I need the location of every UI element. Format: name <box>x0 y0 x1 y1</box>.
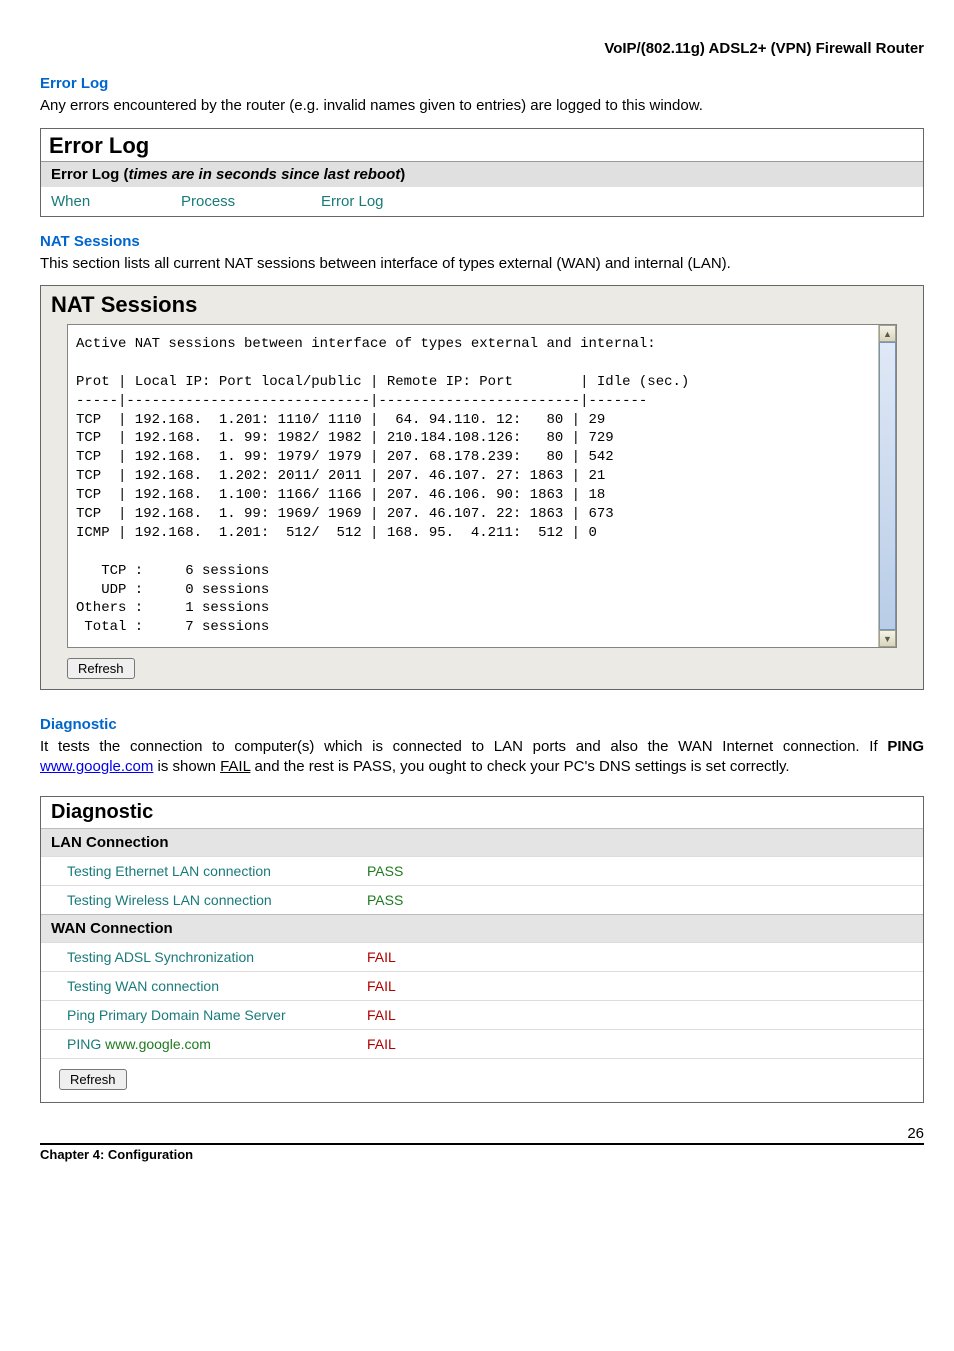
diag-row-ping-google: PING www.google.com FAIL <box>41 1029 923 1058</box>
errorlog-col-when: When <box>51 193 181 210</box>
errorlog-col-log: Error Log <box>321 193 384 210</box>
diag-ping-prefix: PING <box>67 1036 105 1052</box>
errorlog-sub-prefix: Error Log ( <box>51 166 129 183</box>
diag-row-ping-dns: Ping Primary Domain Name Server FAIL <box>41 1000 923 1029</box>
errorlog-panel-title: Error Log <box>41 129 923 161</box>
diag-label: PING www.google.com <box>67 1036 367 1052</box>
errorlog-intro: Any errors encountered by the router (e.… <box>40 96 924 116</box>
scroll-up-icon[interactable]: ▲ <box>879 325 896 342</box>
diag-value: FAIL <box>367 978 396 994</box>
diag-label: Ping Primary Domain Name Server <box>67 1007 367 1023</box>
diag-intro-3: and the rest is PASS, you ought to check… <box>250 758 789 775</box>
errorlog-sub-suffix: ) <box>400 166 405 183</box>
diag-heading: Diagnostic <box>40 716 924 733</box>
diag-wan-header: WAN Connection <box>41 914 923 942</box>
diag-row-lan-wireless: Testing Wireless LAN connection PASS <box>41 885 923 914</box>
scrollbar-track[interactable]: ▲ ▼ <box>878 325 896 647</box>
doc-header-title: VoIP/(802.11g) ADSL2+ (VPN) Firewall Rou… <box>40 40 924 57</box>
nat-textarea-wrap: Active NAT sessions between interface of… <box>67 324 897 648</box>
diag-intro-1: It tests the connection to computer(s) w… <box>40 738 887 755</box>
footer-page-number: 26 <box>907 1125 924 1142</box>
diag-value: FAIL <box>367 1036 396 1052</box>
diag-intro-fail: FAIL <box>220 758 250 775</box>
nat-panel-title: NAT Sessions <box>49 290 915 324</box>
diag-label: Testing Ethernet LAN connection <box>67 863 367 879</box>
diag-row-adsl-sync: Testing ADSL Synchronization FAIL <box>41 942 923 971</box>
diag-panel-title: Diagnostic <box>41 797 923 828</box>
errorlog-col-process: Process <box>181 193 321 210</box>
diag-value: FAIL <box>367 949 396 965</box>
diag-value: PASS <box>367 863 403 879</box>
nat-panel: NAT Sessions Active NAT sessions between… <box>40 285 924 690</box>
page-footer: Chapter 4: Configuration 26 <box>40 1143 924 1164</box>
diag-row-wan-conn: Testing WAN connection FAIL <box>41 971 923 1000</box>
scrollbar-thumb[interactable] <box>879 342 896 630</box>
nat-sessions-text: Active NAT sessions between interface of… <box>68 325 896 647</box>
diag-lan-header: LAN Connection <box>41 828 923 856</box>
errorlog-panel-subtitle: Error Log (times are in seconds since la… <box>41 161 923 187</box>
nat-intro: This section lists all current NAT sessi… <box>40 254 924 274</box>
diag-panel: Diagnostic LAN Connection Testing Ethern… <box>40 796 924 1103</box>
scroll-down-icon[interactable]: ▼ <box>879 630 896 647</box>
diag-label: Testing Wireless LAN connection <box>67 892 367 908</box>
diag-intro-link[interactable]: www.google.com <box>40 758 153 775</box>
diag-intro-2: is shown <box>153 758 220 775</box>
diag-intro-bold: PING <box>887 738 924 755</box>
diag-ping-link[interactable]: www.google.com <box>105 1036 211 1052</box>
nat-refresh-button[interactable]: Refresh <box>67 658 135 679</box>
diag-value: PASS <box>367 892 403 908</box>
diag-refresh-row: Refresh <box>41 1058 923 1102</box>
errorlog-panel: Error Log Error Log (times are in second… <box>40 128 924 217</box>
diag-refresh-button[interactable]: Refresh <box>59 1069 127 1090</box>
errorlog-sub-italic: times are in seconds since last reboot <box>129 166 401 183</box>
diag-value: FAIL <box>367 1007 396 1023</box>
diag-row-lan-ethernet: Testing Ethernet LAN connection PASS <box>41 856 923 885</box>
nat-heading: NAT Sessions <box>40 233 924 250</box>
diag-intro: It tests the connection to computer(s) w… <box>40 737 924 776</box>
diag-label: Testing WAN connection <box>67 978 367 994</box>
errorlog-heading: Error Log <box>40 75 924 92</box>
diag-label: Testing ADSL Synchronization <box>67 949 367 965</box>
footer-chapter: Chapter 4: Configuration <box>40 1147 193 1162</box>
errorlog-column-headers: When Process Error Log <box>41 187 923 216</box>
